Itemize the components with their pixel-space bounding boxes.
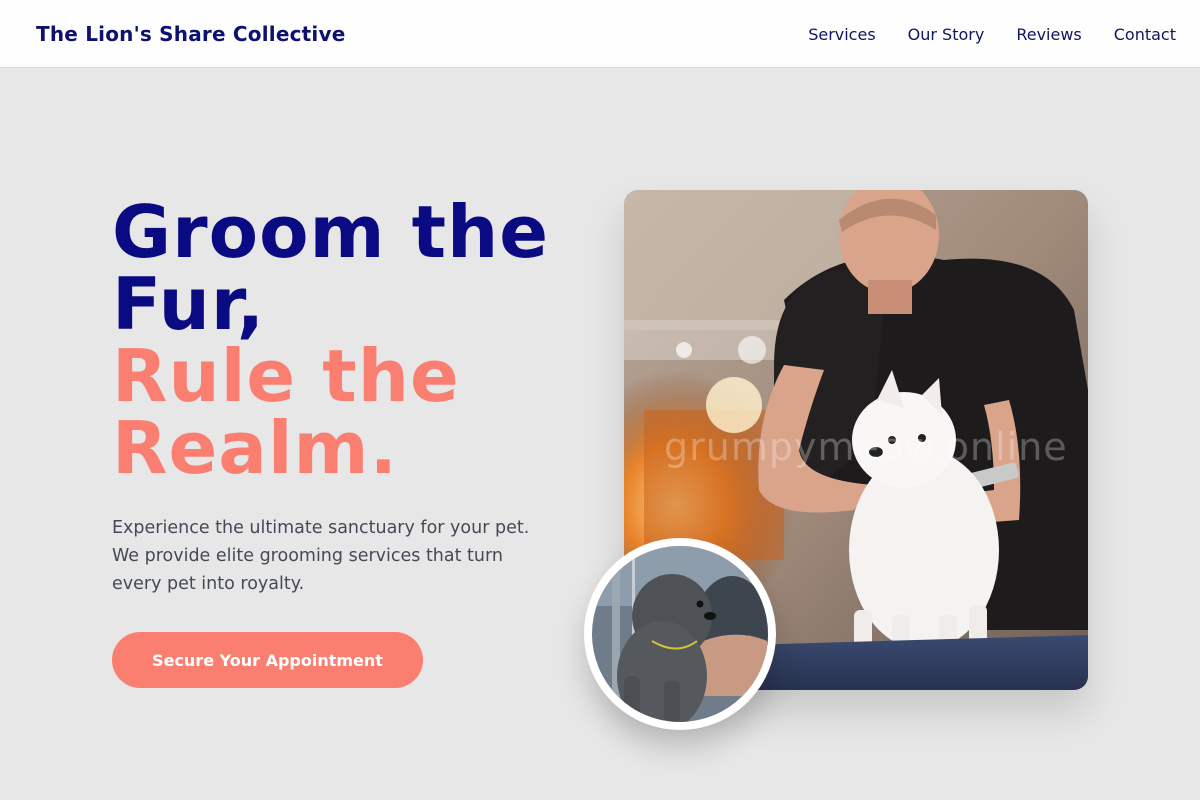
nav-link-reviews[interactable]: Reviews [1016,25,1081,44]
image-watermark: grumpymeow.online [664,425,1068,469]
top-navbar: The Lion's Share Collective Services Our… [0,0,1200,68]
hero-section: Groom the Fur, Rule the Realm. Experienc… [112,196,572,688]
hero-description: Experience the ultimate sanctuary for yo… [112,518,530,594]
brand-logo[interactable]: The Lion's Share Collective [28,14,353,54]
nav-link-our-story[interactable]: Our Story [908,25,985,44]
nav-link-contact[interactable]: Contact [1114,25,1176,44]
headline-line-2: Rule the Realm. [112,334,460,490]
nav-link-services[interactable]: Services [808,25,875,44]
headline-line-1: Groom the Fur, [112,190,550,346]
main-nav: Services Our Story Reviews Contact [808,0,1176,68]
poodle-grooming-inset-photo [584,538,776,730]
book-appointment-button[interactable]: Secure Your Appointment [112,632,423,688]
hero-headline: Groom the Fur, Rule the Realm. [112,196,572,484]
